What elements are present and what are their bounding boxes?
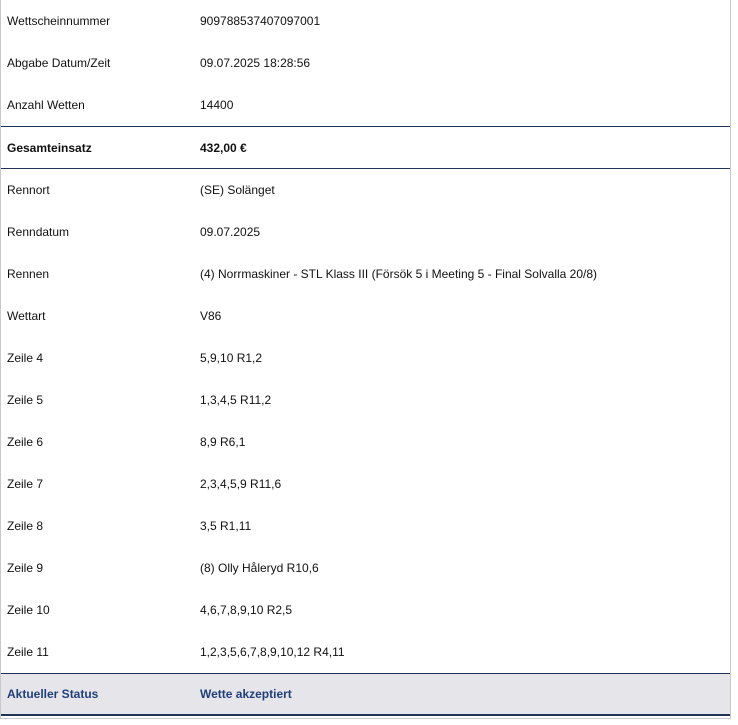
row-label: Renndatum <box>7 225 70 239</box>
row-zeile-7: Zeile 7 2,3,4,5,9 R11,6 <box>1 463 730 505</box>
row-wettart: Wettart V86 <box>1 295 730 337</box>
row-value: 5,9,10 R1,2 <box>200 351 263 365</box>
status-label: Aktueller Status <box>7 687 99 701</box>
row-label: Zeile 8 <box>7 519 44 533</box>
total-label: Gesamteinsatz <box>7 140 92 155</box>
row-zeile-4: Zeile 4 5,9,10 R1,2 <box>1 337 730 379</box>
row-value: 09.07.2025 18:28:56 <box>200 56 311 70</box>
row-value: 14400 <box>200 98 234 112</box>
row-value: 1,2,3,5,6,7,8,9,10,12 R4,11 <box>200 645 345 659</box>
row-label: Zeile 10 <box>7 603 50 617</box>
row-value: 09.07.2025 <box>200 225 261 239</box>
row-value: V86 <box>200 309 222 323</box>
row-value: 4,6,7,8,9,10 R2,5 <box>200 603 293 617</box>
row-zeile-9: Zeile 9 (8) Olly Håleryd R10,6 <box>1 547 730 589</box>
row-value: 8,9 R6,1 <box>200 435 246 449</box>
row-renndatum: Renndatum 09.07.2025 <box>1 211 730 253</box>
row-rennen: Rennen (4) Norrmaskiner - STL Klass III … <box>1 253 730 295</box>
row-anzahl-wetten: Anzahl Wetten 14400 <box>1 84 730 126</box>
row-aktueller-status: Aktueller Status Wette akzeptiert <box>1 673 730 716</box>
row-label: Rennort <box>7 183 50 197</box>
row-value: 909788537407097001 <box>200 14 321 28</box>
row-abgabe-datum-zeit: Abgabe Datum/Zeit 09.07.2025 18:28:56 <box>1 42 730 84</box>
row-value: 3,5 R1,11 <box>200 519 252 533</box>
row-value: 1,3,4,5 R11,2 <box>200 393 272 407</box>
bet-slip-details-table: Wettscheinnummer 909788537407097001 Abga… <box>0 0 731 719</box>
row-value: (SE) Solänget <box>200 183 275 197</box>
row-wettscheinnummer: Wettscheinnummer 909788537407097001 <box>1 0 730 42</box>
row-zeile-5: Zeile 5 1,3,4,5 R11,2 <box>1 379 730 421</box>
row-label: Wettscheinnummer <box>7 14 111 28</box>
row-label: Rennen <box>7 267 50 281</box>
row-label: Zeile 9 <box>7 561 44 575</box>
row-zeile-8: Zeile 8 3,5 R1,11 <box>1 505 730 547</box>
row-label: Abgabe Datum/Zeit <box>7 56 111 70</box>
row-value: (8) Olly Håleryd R10,6 <box>200 561 319 575</box>
row-label: Zeile 5 <box>7 393 44 407</box>
total-value: 432,00 € <box>200 140 247 155</box>
row-label: Anzahl Wetten <box>7 98 85 112</box>
row-value: 2,3,4,5,9 R11,6 <box>200 477 282 491</box>
row-value: (4) Norrmaskiner - STL Klass III (Försök… <box>200 267 598 281</box>
status-value: Wette akzeptiert <box>200 687 292 701</box>
row-label: Zeile 7 <box>7 477 44 491</box>
row-label: Zeile 11 <box>7 645 49 659</box>
row-zeile-11: Zeile 11 1,2,3,5,6,7,8,9,10,12 R4,11 <box>1 631 730 673</box>
row-label: Zeile 6 <box>7 435 44 449</box>
row-label: Zeile 4 <box>7 351 44 365</box>
row-rennort: Rennort (SE) Solänget <box>1 169 730 211</box>
row-gesamteinsatz: Gesamteinsatz 432,00 € <box>1 126 730 169</box>
row-zeile-6: Zeile 6 8,9 R6,1 <box>1 421 730 463</box>
row-zeile-10: Zeile 10 4,6,7,8,9,10 R2,5 <box>1 589 730 631</box>
row-label: Wettart <box>7 309 46 323</box>
